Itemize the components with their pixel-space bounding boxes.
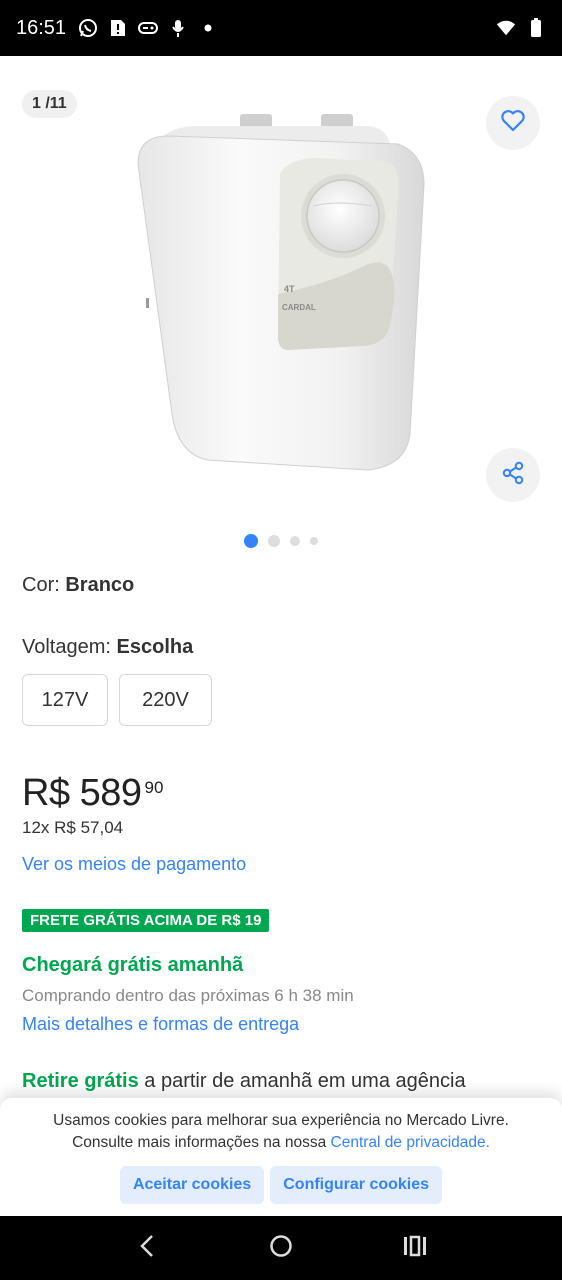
wifi-icon [496, 18, 516, 38]
color-value: Branco [65, 574, 135, 596]
whatsapp-icon [78, 18, 98, 38]
delivery-details-link[interactable]: Mais detalhes e formas de entrega [22, 1014, 299, 1035]
system-icons [496, 18, 546, 38]
recents-icon [402, 1235, 428, 1262]
share-button[interactable] [486, 448, 540, 502]
dot-icon [198, 18, 218, 38]
home-icon [269, 1234, 293, 1263]
product-gallery[interactable]: 1 /11 4T CARDAL [0, 56, 562, 556]
heart-icon [500, 109, 526, 138]
free-shipping-badge: FRETE GRÁTIS ACIMA DE R$ 19 [22, 909, 270, 932]
pickup-highlight: Retire grátis [22, 1070, 139, 1092]
price-main: R$ 589 [22, 772, 142, 814]
back-button[interactable] [127, 1228, 167, 1268]
mic-icon [168, 18, 188, 38]
installments-text: 12x R$ 57,04 [22, 818, 124, 837]
alert-icon [108, 18, 128, 38]
voltage-label: Voltagem: [22, 636, 117, 658]
cookie-banner: Usamos cookies para melhorar sua experiê… [0, 1098, 562, 1216]
gallery-dot[interactable] [310, 537, 318, 545]
accept-cookies-button[interactable]: Aceitar cookies [119, 1166, 265, 1204]
cookie-text: Usamos cookies para melhorar sua experiê… [0, 1110, 562, 1154]
cookie-line-2-prefix: Consulte mais informações na nossa [72, 1134, 331, 1151]
delivery-headline: Chegará grátis amanhã [22, 954, 244, 976]
recents-button[interactable] [395, 1228, 435, 1268]
voltage-row: Voltagem: Escolha [22, 636, 193, 659]
configure-cookies-button[interactable]: Configurar cookies [270, 1166, 443, 1204]
gallery-dot[interactable] [268, 535, 280, 547]
status-time: 16:51 [16, 16, 67, 39]
pickup-info: Retire grátis a partir de amanhã em uma … [22, 1070, 466, 1093]
product-brand-text: CARDAL [282, 303, 316, 312]
share-icon [500, 460, 526, 491]
system-nav-bar [0, 1216, 562, 1280]
voltage-value: Escolha [116, 636, 194, 658]
favorite-button[interactable] [486, 96, 540, 150]
cookie-buttons: Aceitar cookies Configurar cookies [0, 1166, 562, 1204]
notification-icons [78, 18, 218, 38]
home-button[interactable] [261, 1228, 301, 1268]
voltage-options: 127V 220V [22, 674, 212, 726]
cookie-line-1: Usamos cookies para melhorar sua experiê… [53, 1112, 509, 1129]
voltage-option-220v[interactable]: 220V [119, 674, 212, 726]
color-row: Cor: Branco [22, 574, 134, 597]
product-model-text: 4T [284, 284, 295, 294]
privacy-center-link[interactable]: Central de privacidade. [331, 1134, 490, 1151]
battery-icon [526, 18, 546, 38]
pickup-text: a partir de amanhã em uma agência [138, 1070, 466, 1092]
gallery-dot[interactable] [290, 536, 300, 546]
color-label: Cor: [22, 574, 66, 596]
payment-methods-link[interactable]: Ver os meios de pagamento [22, 854, 246, 875]
status-bar: 16:51 [0, 0, 562, 56]
back-icon [138, 1234, 156, 1263]
delivery-countdown: Comprando dentro das próximas 6 h 38 min [22, 986, 354, 1005]
voltage-option-127v[interactable]: 127V [22, 674, 108, 726]
product-image[interactable]: 4T CARDAL [128, 114, 428, 480]
image-counter: 1 /11 [22, 90, 77, 118]
price-cents: 90 [144, 778, 164, 797]
cookie-line-2: Consulte mais informações na nossa Centr… [0, 1132, 562, 1154]
gamepad-icon [138, 18, 159, 38]
gallery-dots[interactable] [0, 534, 562, 548]
price: R$ 589 90 [22, 772, 163, 815]
gallery-dot[interactable] [244, 534, 258, 548]
